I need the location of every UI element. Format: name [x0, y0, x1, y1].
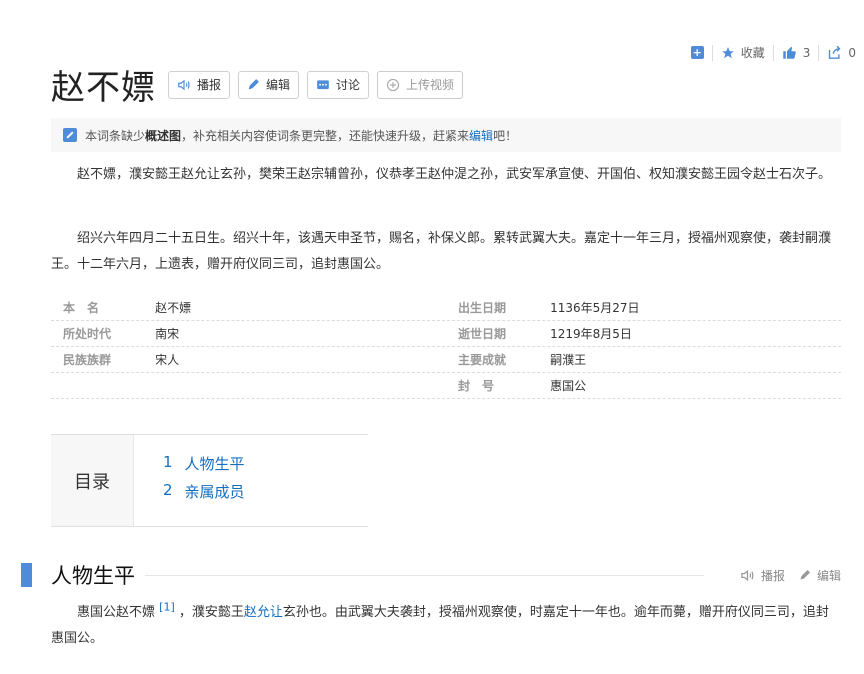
play-label: 播报: [197, 78, 222, 92]
toc-item[interactable]: 2 亲属成员: [163, 481, 245, 509]
title-row: 赵不嫖 播报 编辑 讨论 上传视频: [51, 60, 471, 109]
section-paragraph: 惠国公赵不嫖 [1] ，濮安懿王赵允让玄孙也。由武翼大夫袭封，授福州观察使，时嘉…: [51, 600, 841, 652]
info-name: 民族族群: [63, 353, 112, 367]
notice-edit-link[interactable]: 编辑: [469, 127, 493, 144]
discuss-button[interactable]: 讨论: [307, 70, 370, 99]
collect-button[interactable]: 收藏: [721, 44, 765, 61]
notice-suffix: 吧！: [493, 128, 518, 143]
info-name: 逝世日期: [458, 327, 507, 341]
table-of-contents: 目录 1 人物生平 2 亲属成员: [51, 434, 368, 527]
discuss-label: 讨论: [336, 78, 361, 92]
section-play-button[interactable]: 播报: [740, 567, 785, 584]
toc-item-number: 2: [163, 481, 173, 499]
para-text: 惠国公赵不嫖: [77, 605, 156, 620]
info-row: 民族族群 宋人 主要成就 嗣濮王: [51, 347, 841, 373]
info-row: 本 名 赵不嫖 出生日期 1136年5月27日: [51, 295, 841, 321]
edit-button[interactable]: 编辑: [238, 70, 300, 99]
plus-icon: +: [690, 46, 704, 59]
divider: [772, 44, 774, 61]
info-row: 所处时代 南宋 逝世日期 1219年8月5日: [51, 321, 841, 347]
section-divider: [145, 574, 704, 576]
toc-item-text: 亲属成员: [184, 483, 245, 501]
speaker-icon: [178, 79, 190, 90]
notice-middle: ，补充相关内容使词条更完整，还能快速升级，赶紧来: [181, 128, 470, 143]
like-count: 3: [802, 45, 811, 60]
play-button[interactable]: 播报: [168, 70, 231, 99]
divider: [818, 44, 820, 61]
page-title: 赵不嫖: [51, 68, 156, 108]
section-play-label: 播报: [760, 568, 785, 583]
info-value: 1136年5月27日: [550, 301, 640, 315]
basic-info-table: 本 名 赵不嫖 出生日期 1136年5月27日 所处时代 南宋 逝世日期 121…: [51, 295, 841, 399]
chat-icon: [317, 79, 329, 89]
info-value: 宋人: [155, 353, 180, 367]
section-title: 人物生平: [51, 564, 135, 588]
edit-notice-icon: [63, 128, 77, 142]
notice-prefix: 本词条缺少: [85, 128, 146, 143]
para-text: ，濮安懿王: [178, 605, 244, 620]
info-value: 1219年8月5日: [550, 327, 632, 341]
divider: [711, 44, 713, 61]
pencil-icon: [248, 79, 259, 90]
share-count: 0: [848, 45, 856, 60]
missing-image-notice: 本词条缺少 概述图 ，补充相关内容使词条更完整，还能快速升级，赶紧来 编辑 吧！: [51, 118, 841, 152]
toc-label: 目录: [51, 435, 134, 526]
info-name: 所处时代: [63, 327, 112, 341]
toc-item-number: 1: [163, 453, 173, 471]
section-edit-label: 编辑: [816, 568, 841, 583]
pencil-icon: [800, 570, 810, 580]
collect-label: 收藏: [740, 46, 765, 60]
reference-link[interactable]: [1]: [159, 601, 175, 614]
info-value: 嗣濮王: [550, 353, 587, 367]
speaker-icon: [741, 569, 754, 581]
like-button[interactable]: 3: [782, 45, 811, 60]
section-edit-button[interactable]: 编辑: [799, 567, 841, 584]
info-name: 封 号: [458, 379, 495, 393]
upload-video-button[interactable]: 上传视频: [377, 70, 464, 99]
intro-paragraph: 绍兴六年四月二十五日生。绍兴十年，该遇天申圣节，赐名，补保义郎。累转武翼大夫。嘉…: [51, 231, 832, 272]
info-value: 南宋: [155, 327, 180, 341]
section-header: 人物生平 播报 编辑: [21, 560, 841, 590]
info-row: 封 号 惠国公: [51, 373, 841, 399]
edit-label: 编辑: [266, 78, 291, 92]
upload-label: 上传视频: [406, 78, 455, 92]
person-link[interactable]: 赵允让: [244, 605, 283, 620]
toc-item[interactable]: 1 人物生平: [163, 453, 245, 481]
top-action-bar: + 收藏 3 0: [690, 44, 856, 61]
section-accent-bar: [21, 563, 32, 587]
info-name: 出生日期: [458, 301, 507, 315]
star-icon: [721, 46, 734, 58]
info-name: 本 名: [63, 301, 100, 315]
thumbs-up-icon: [782, 46, 796, 59]
share-button[interactable]: 0: [827, 45, 856, 60]
info-name: 主要成就: [458, 353, 507, 367]
intro-paragraph: 赵不嫖，濮安懿王赵允让玄孙，樊荣王赵宗辅曾孙，仪恭孝王赵仲湜之孙，武安军承宣使、…: [77, 167, 832, 182]
toc-items: 1 人物生平 2 亲属成员: [134, 435, 245, 526]
toc-item-text: 人物生平: [184, 455, 245, 473]
notice-bold: 概述图: [145, 128, 182, 143]
upload-plus-icon: [386, 78, 400, 91]
info-value: 赵不嫖: [155, 301, 192, 315]
add-button[interactable]: +: [690, 46, 704, 59]
share-icon: [829, 45, 841, 59]
info-value: 惠国公: [550, 379, 587, 393]
